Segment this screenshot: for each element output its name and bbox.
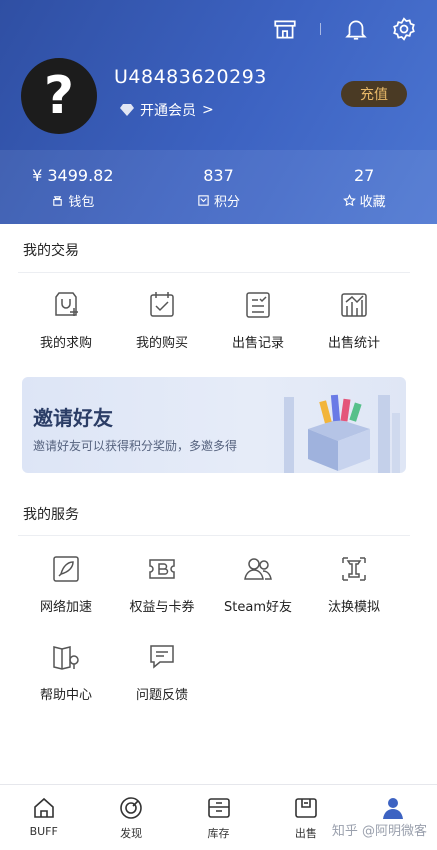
- rocket-icon: [53, 556, 79, 582]
- service-item-accelerator[interactable]: 网络加速: [18, 552, 114, 615]
- services-divider: [18, 535, 410, 536]
- trade-item-purchases[interactable]: 我的购买: [114, 288, 210, 351]
- points-value: 837: [203, 166, 234, 185]
- wallet-icon: [53, 196, 63, 206]
- trade-divider: [18, 272, 410, 273]
- user-id: U48483620293: [114, 66, 267, 88]
- trade-section-title: 我的交易: [23, 243, 79, 259]
- chevron-right-icon: >: [202, 102, 214, 118]
- wallet-label: 钱包: [68, 195, 95, 210]
- services-grid-row2: 帮助中心 问题反馈: [18, 640, 418, 703]
- trade-item-sale-records[interactable]: 出售记录: [210, 288, 306, 351]
- bottom-tabbar: BUFF 发现 库存 出售 我的: [0, 784, 437, 850]
- vip-label: 开通会员: [140, 103, 196, 119]
- diamond-icon: [120, 104, 134, 116]
- stats-chart-icon: [341, 293, 367, 317]
- store-icon[interactable]: [272, 16, 298, 42]
- service-item-label: 权益与卡券: [129, 600, 195, 615]
- favorites-label: 收藏: [359, 195, 386, 210]
- icon-separator: [320, 23, 321, 35]
- main-content: 我的交易 我的求购 我的购买 出售记录 出售统计 邀请好友 邀请好友可以获得积分…: [0, 224, 437, 784]
- service-item-label: 网络加速: [39, 600, 92, 615]
- tab-discover[interactable]: 发现: [87, 785, 174, 850]
- stat-points[interactable]: 837 积分: [146, 150, 292, 224]
- watermark: 知乎 @阿明微客: [331, 824, 427, 839]
- tab-buff[interactable]: BUFF: [0, 785, 87, 850]
- avatar-glyph: ?: [43, 66, 75, 126]
- vip-link[interactable]: 开通会员 >: [120, 100, 214, 120]
- stat-favorites[interactable]: 27 收藏: [291, 150, 437, 224]
- friends-icon: [244, 558, 272, 580]
- service-item-label: 汰换模拟: [327, 600, 380, 615]
- service-item-label: 帮助中心: [39, 688, 92, 703]
- trade-item-sale-stats[interactable]: 出售统计: [306, 288, 402, 351]
- help-book-icon: [53, 646, 79, 670]
- trade-item-label: 我的求购: [39, 336, 92, 351]
- invite-illustration: [284, 394, 400, 473]
- tab-label: BUFF: [29, 825, 58, 838]
- tab-inventory[interactable]: 库存: [175, 785, 262, 850]
- trade-grid: 我的求购 我的购买 出售记录 出售统计: [18, 288, 418, 351]
- star-icon: [342, 194, 356, 207]
- services-section-title: 我的服务: [23, 507, 79, 523]
- profile-icon: [383, 798, 404, 819]
- service-item-feedback[interactable]: 问题反馈: [114, 640, 210, 703]
- service-item-trade-up[interactable]: 汰换模拟: [306, 552, 402, 615]
- service-item-benefits[interactable]: 权益与卡券: [114, 552, 210, 615]
- feedback-icon: [150, 645, 174, 669]
- banner-title: 邀请好友: [33, 406, 113, 430]
- invite-banner[interactable]: 邀请好友 邀请好友可以获得积分奖励，多邀多得: [22, 377, 406, 473]
- points-icon: [198, 195, 209, 206]
- stat-wallet[interactable]: ¥ 3499.82 钱包: [0, 150, 146, 224]
- trade-item-label: 出售记录: [231, 336, 284, 351]
- top-icons: [272, 16, 417, 42]
- trade-item-label: 出售统计: [327, 336, 380, 351]
- service-item-steam-friends[interactable]: Steam好友: [210, 552, 306, 615]
- favorites-value: 27: [354, 166, 375, 185]
- recharge-button[interactable]: 充值: [341, 81, 407, 107]
- record-list-icon: [246, 292, 270, 318]
- wallet-value: ¥ 3499.82: [32, 166, 114, 185]
- tab-sell[interactable]: 出售: [262, 785, 349, 850]
- bell-icon[interactable]: [343, 16, 369, 42]
- sell-icon: [295, 798, 317, 818]
- service-item-help-center[interactable]: 帮助中心: [18, 640, 114, 703]
- service-item-label: 问题反馈: [135, 688, 188, 703]
- stats-bar: ¥ 3499.82 钱包 837 积分 27 收藏: [0, 150, 437, 224]
- discover-icon: [120, 797, 142, 819]
- services-grid-row1: 网络加速 权益与卡券 Steam好友 汰换模拟: [18, 552, 418, 615]
- avatar[interactable]: ?: [21, 58, 97, 134]
- trade-up-icon: [342, 557, 366, 581]
- trade-item-wanted[interactable]: 我的求购: [18, 288, 114, 351]
- bag-plus-icon: [55, 292, 78, 316]
- tab-label: 发现: [120, 827, 143, 840]
- home-icon: [33, 797, 54, 818]
- inventory-icon: [207, 798, 230, 818]
- service-item-label: Steam好友: [224, 600, 292, 615]
- tab-profile[interactable]: 我的: [350, 785, 437, 850]
- trade-item-label: 我的购买: [135, 336, 188, 351]
- profile-header: ? U48483620293 开通会员 > 充值 ¥ 3499.82 钱包 83…: [0, 0, 437, 224]
- points-label: 积分: [214, 195, 241, 210]
- calendar-check-icon: [150, 292, 174, 317]
- tab-label: 库存: [207, 827, 230, 840]
- ticket-icon: [149, 559, 175, 579]
- gear-icon[interactable]: [391, 16, 417, 42]
- banner-subtitle: 邀请好友可以获得积分奖励，多邀多得: [33, 439, 238, 453]
